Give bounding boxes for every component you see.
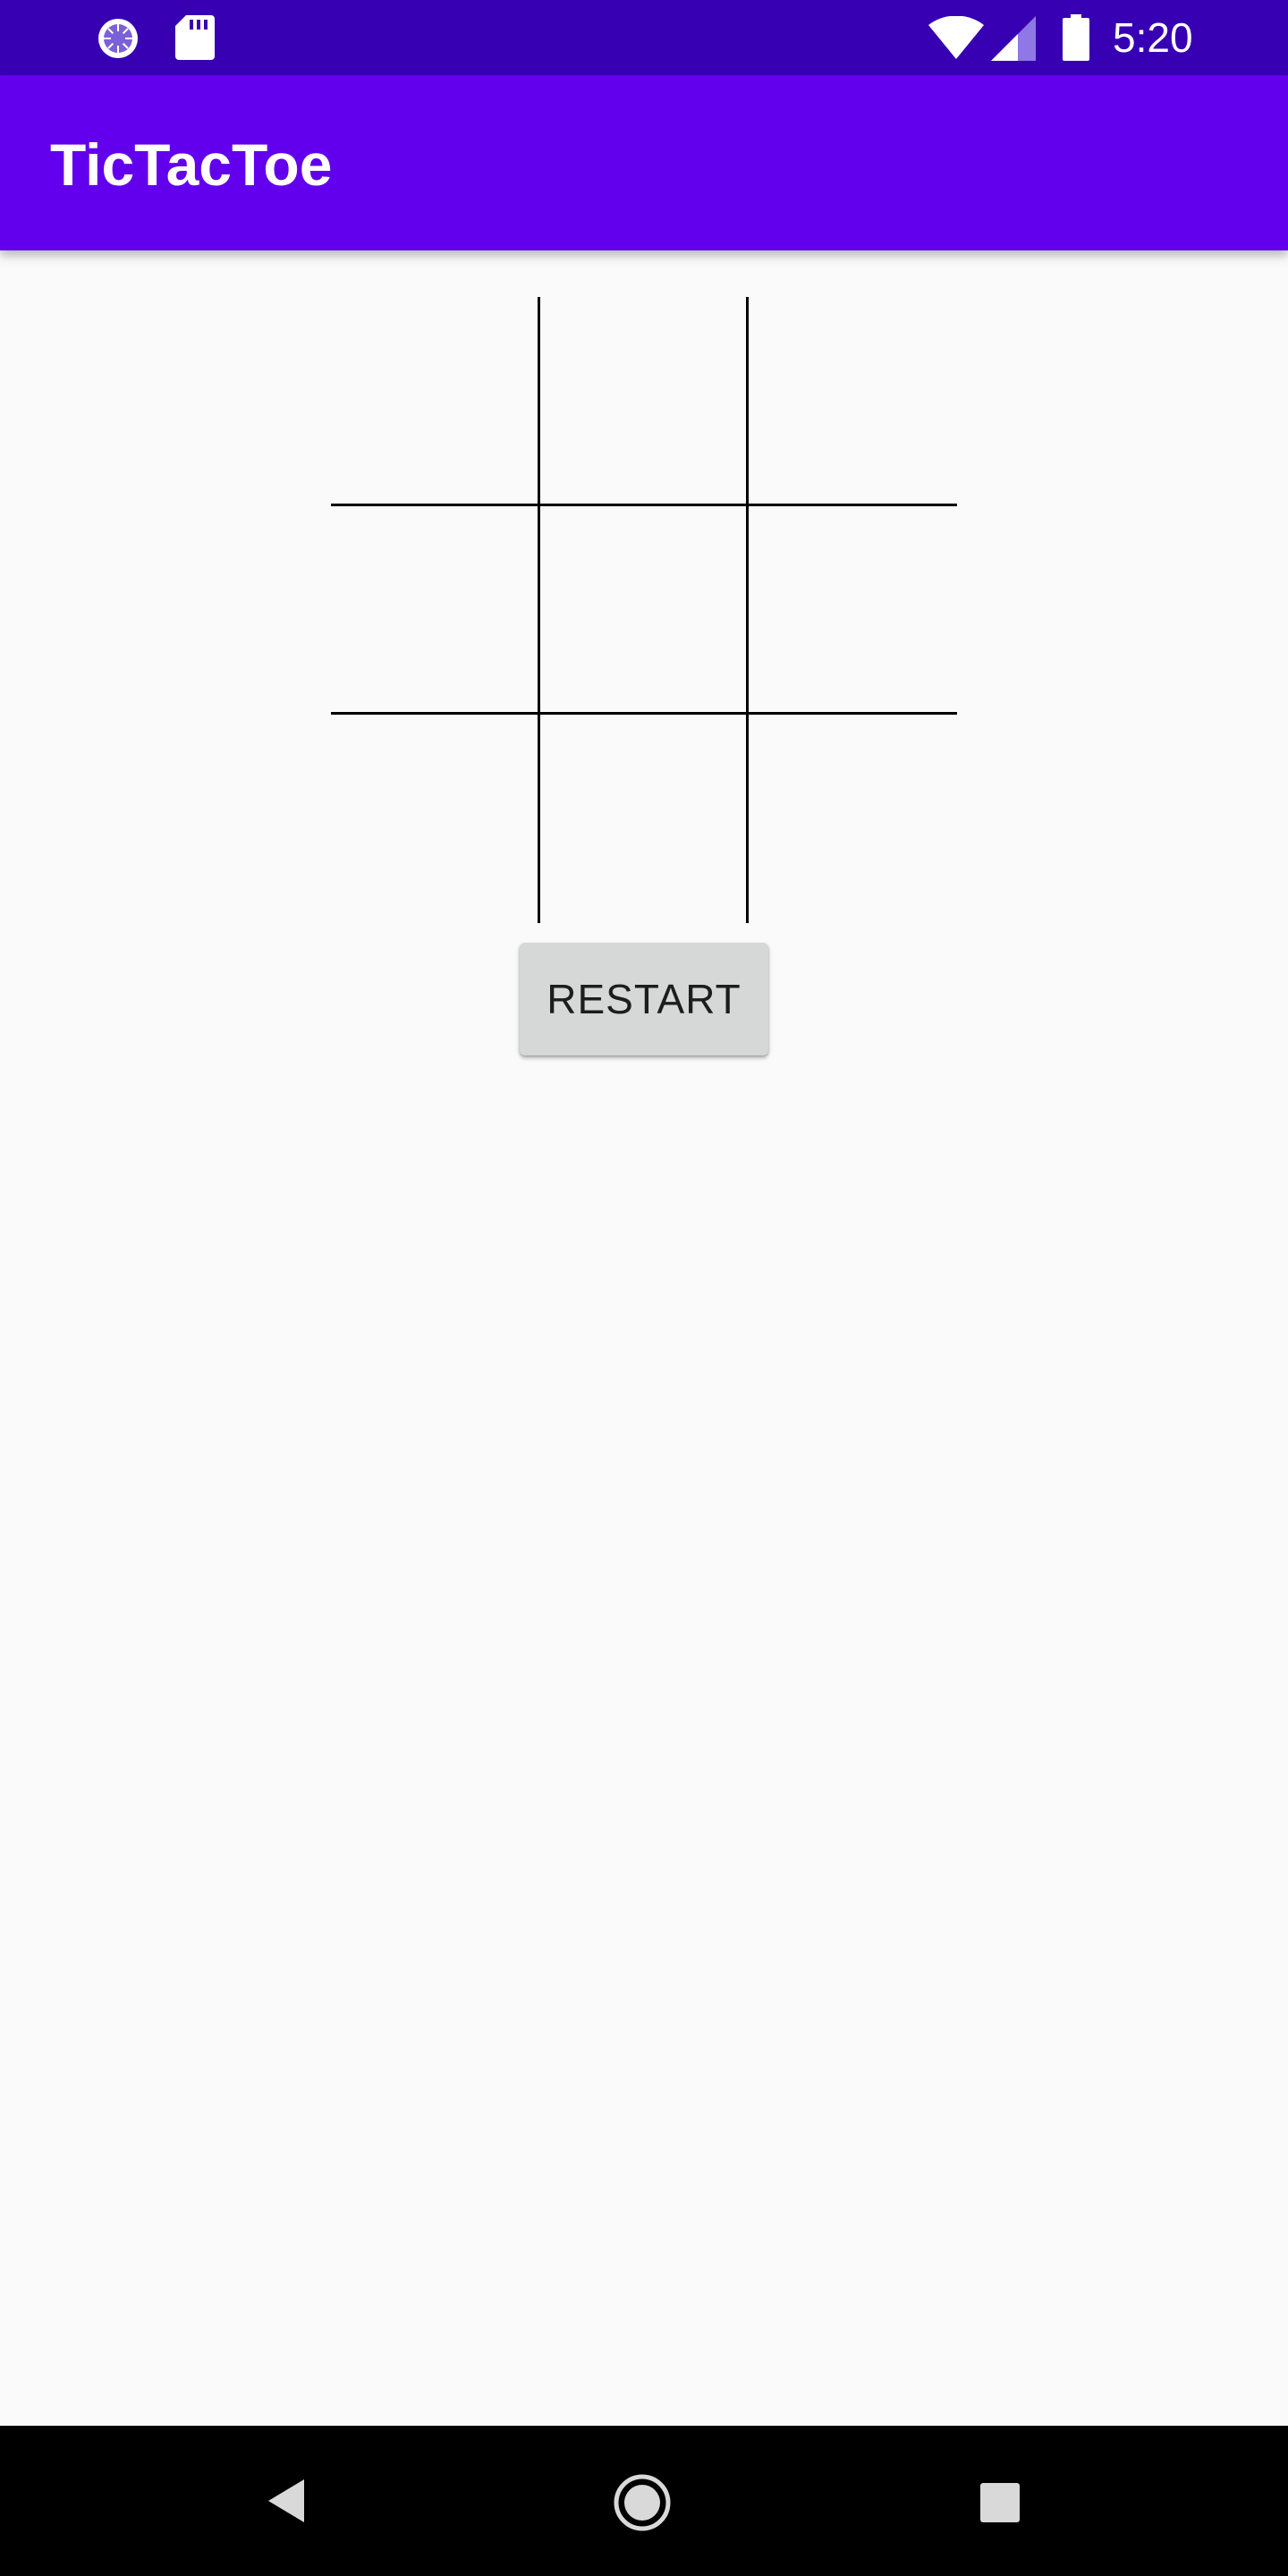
board-cell-1-2[interactable] xyxy=(750,506,957,714)
board-cell-2-0[interactable] xyxy=(331,716,538,923)
board-cell-1-1[interactable] xyxy=(540,506,748,714)
status-bar: 5:20 xyxy=(0,0,1288,75)
grid-line-vertical-1 xyxy=(538,297,540,923)
back-icon[interactable] xyxy=(259,2474,313,2528)
board-cell-0-0[interactable] xyxy=(331,297,538,504)
navigation-bar xyxy=(0,2426,1288,2576)
grid-line-horizontal-1 xyxy=(331,504,957,506)
cell-signal-icon xyxy=(991,16,1036,61)
app-title: TicTacToe xyxy=(50,131,333,198)
home-icon[interactable] xyxy=(612,2472,673,2533)
grid-line-horizontal-2 xyxy=(331,712,957,715)
status-clock: 5:20 xyxy=(1113,14,1193,61)
board-cell-0-1[interactable] xyxy=(540,297,748,504)
screen: 5:20 TicTacToe RESTART xyxy=(0,0,1288,2576)
wifi-icon xyxy=(928,16,984,59)
board-cell-2-2[interactable] xyxy=(750,716,957,923)
board-cell-0-2[interactable] xyxy=(750,297,957,504)
board-cell-1-0[interactable] xyxy=(331,506,538,714)
app-bar: TicTacToe xyxy=(0,75,1288,250)
sync-icon xyxy=(98,19,138,58)
restart-button[interactable]: RESTART xyxy=(520,943,768,1055)
recents-icon[interactable] xyxy=(979,2481,1021,2524)
grid-line-vertical-2 xyxy=(746,297,749,923)
battery-icon xyxy=(1063,14,1089,61)
board-cell-2-1[interactable] xyxy=(540,716,748,923)
sd-card-icon xyxy=(175,15,215,60)
tictactoe-board xyxy=(331,297,957,923)
